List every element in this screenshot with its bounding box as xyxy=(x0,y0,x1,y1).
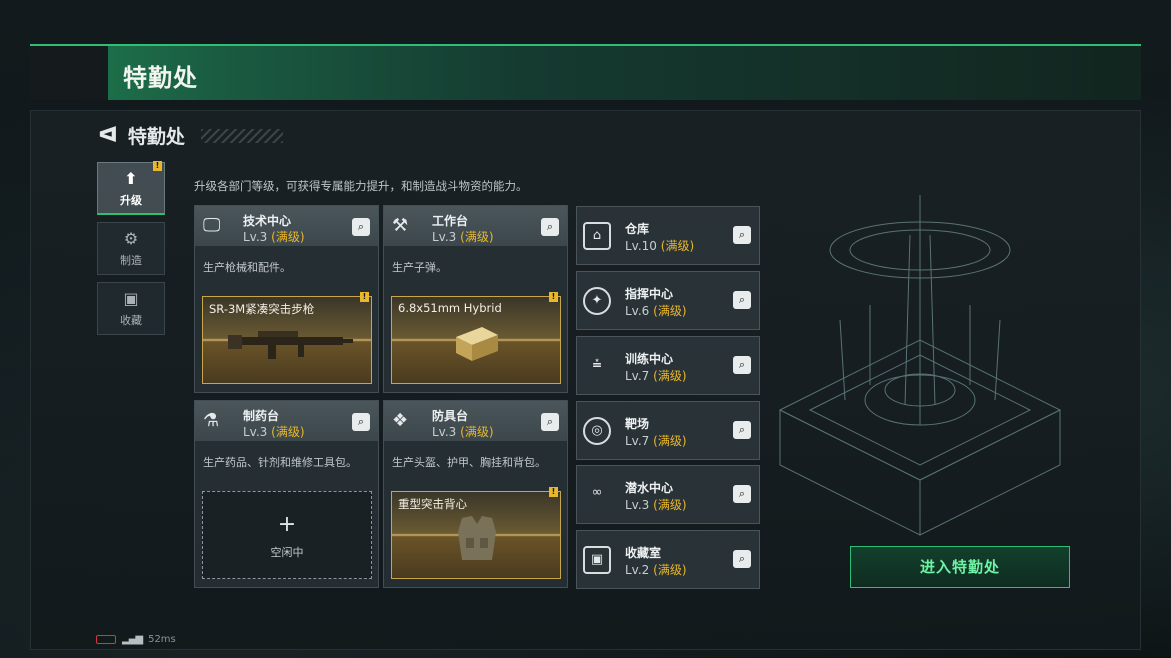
back-button[interactable]: ᐊ 特勤处 xyxy=(98,122,283,149)
section-title: 特勤处 xyxy=(127,126,185,148)
facility-training-center[interactable]: ⩮ 训练中心 Lv.7 (满级) ⌕ xyxy=(576,336,760,395)
rifle-icon xyxy=(228,331,353,359)
tab-craft[interactable]: ⚙ 制造 xyxy=(97,222,165,275)
target-icon: ◎ xyxy=(583,417,611,445)
notification-badge: ! xyxy=(549,487,558,497)
notification-badge: ! xyxy=(360,292,369,302)
ammo-box-icon xyxy=(456,327,498,361)
empty-production-slot[interactable]: + 空闲中 xyxy=(202,491,372,579)
search-icon[interactable]: ⌕ xyxy=(733,291,751,309)
search-icon[interactable]: ⌕ xyxy=(733,485,751,503)
search-icon[interactable]: ⌕ xyxy=(733,421,751,439)
dumbbell-icon: ⩮ xyxy=(592,354,602,373)
add-icon: + xyxy=(277,512,297,537)
search-icon[interactable]: ⌕ xyxy=(733,550,751,568)
facility-diving-center[interactable]: ∞ 潜水中心 Lv.3 (满级) ⌕ xyxy=(576,465,760,524)
microscope-icon: ⚗ xyxy=(203,410,220,431)
production-slot[interactable]: 6.8x51mm Hybrid ! xyxy=(391,292,561,384)
monitor-icon: 🖵 xyxy=(203,215,221,236)
dept-card-armor-bench[interactable]: ❖ 防具台 Lv.3 (满级) ⌕ 生产头盔、护甲、胸挂和背包。 重型突击背心 … xyxy=(383,400,568,588)
ping-text: 52ms xyxy=(148,634,176,645)
dept-card-pharmacy[interactable]: ⚗ 制药台 Lv.3 (满级) ⌕ 生产药品、针剂和维修工具包。 + 空闲中 xyxy=(194,400,379,588)
tab-collection[interactable]: ▣ 收藏 xyxy=(97,282,165,335)
dept-card-tech-center[interactable]: 🖵 技术中心 Lv.3 (满级) ⌕ 生产枪械和配件。 SR-3M紧凑突击步枪 … xyxy=(194,205,379,393)
upgrade-icon: ⬆ xyxy=(124,168,138,188)
search-icon[interactable]: ⌕ xyxy=(733,356,751,374)
hammer-wrench-icon: ⚒ xyxy=(392,215,409,236)
facility-shooting-range[interactable]: ◎ 靶场 Lv.7 (满级) ⌕ xyxy=(576,401,760,460)
collection-icon: ▣ xyxy=(123,289,139,308)
armor-parts-icon: ❖ xyxy=(392,410,409,431)
collection-room-icon: ▣ xyxy=(583,546,611,574)
signal-icon: ▂▄▆ xyxy=(122,634,143,645)
search-icon[interactable]: ⌕ xyxy=(352,413,370,431)
search-icon[interactable]: ⌕ xyxy=(733,226,751,244)
gears-icon: ⚙ xyxy=(123,229,139,248)
back-arrow-icon: ᐊ xyxy=(98,123,118,148)
enter-special-ops-button[interactable]: 进入特勤处 xyxy=(850,546,1070,588)
production-slot[interactable]: 重型突击背心 ! xyxy=(391,487,561,579)
page-title: 特勤处 xyxy=(123,64,198,92)
dept-card-workbench[interactable]: ⚒ 工作台 Lv.3 (满级) ⌕ 生产子弹。 6.8x51mm Hybrid … xyxy=(383,205,568,393)
search-icon[interactable]: ⌕ xyxy=(541,413,559,431)
notification-badge: ! xyxy=(153,161,162,171)
warehouse-icon: ⌂ xyxy=(583,222,611,250)
notification-badge: ! xyxy=(549,292,558,302)
tab-upgrade[interactable]: ! ⬆ 升级 xyxy=(97,161,165,215)
facility-command-center[interactable]: ✦ 指挥中心 Lv.6 (满级) ⌕ xyxy=(576,271,760,330)
production-slot[interactable]: SR-3M紧凑突击步枪 ! xyxy=(202,292,372,384)
base-hologram xyxy=(778,195,1062,536)
search-icon[interactable]: ⌕ xyxy=(541,218,559,236)
battery-icon xyxy=(96,635,116,644)
header-bar: 特勤处 xyxy=(30,44,1141,100)
command-emblem-icon: ✦ xyxy=(583,287,611,315)
vest-icon xyxy=(458,516,496,560)
description-text: 升级各部门等级，可获得专属能力提升，和制造战斗物资的能力。 xyxy=(194,179,528,193)
search-icon[interactable]: ⌕ xyxy=(352,218,370,236)
status-bar: ▂▄▆ 52ms xyxy=(96,634,176,645)
facility-warehouse[interactable]: ⌂ 仓库 Lv.10 (满级) ⌕ xyxy=(576,206,760,265)
facility-collection-room[interactable]: ▣ 收藏室 Lv.2 (满级) ⌕ xyxy=(576,530,760,589)
diving-mask-icon: ∞ xyxy=(591,485,603,500)
